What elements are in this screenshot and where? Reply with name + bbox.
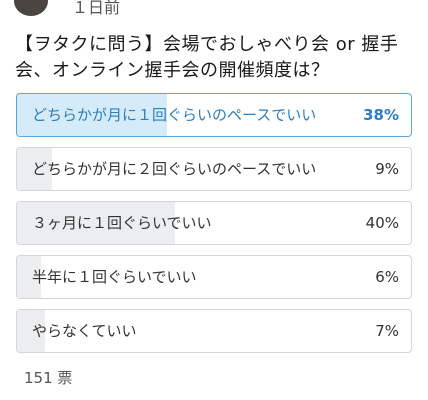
post-header: １日前 — [0, 0, 428, 18]
avatar[interactable] — [14, 0, 48, 16]
poll-option-4[interactable]: 半年に１回ぐらいでいい 6% — [16, 255, 412, 299]
poll-question: 【ヲタクに問う】会場でおしゃべり会 or 握手会、オンライン握手会の開催頻度は？ — [15, 34, 399, 81]
vote-count: 151 票 — [24, 369, 73, 387]
poll-option-percent: 38% — [363, 106, 399, 124]
poll-option-1[interactable]: どちらかが月に１回ぐらいのペースでいい 38% — [16, 93, 412, 137]
poll-option-percent: 40% — [365, 214, 399, 232]
poll-option-label: ３ヶ月に１回ぐらいでいい — [32, 214, 212, 232]
poll-option-3[interactable]: ３ヶ月に１回ぐらいでいい 40% — [16, 201, 412, 245]
poll-option-percent: 6% — [375, 268, 399, 286]
poll-option-label: 半年に１回ぐらいでいい — [32, 268, 197, 286]
post-time: １日前 — [72, 0, 121, 17]
poll-option-label: どちらかが月に１回ぐらいのペースでいい — [32, 106, 317, 124]
poll-option-percent: 9% — [375, 160, 399, 178]
poll-option-2[interactable]: どちらかが月に２回ぐらいのペースでいい 9% — [16, 147, 412, 191]
poll-option-label: やらなくていい — [32, 322, 137, 340]
poll-option-label: どちらかが月に２回ぐらいのペースでいい — [32, 160, 317, 178]
poll-options: どちらかが月に１回ぐらいのペースでいい 38% どちらかが月に２回ぐらいのペース… — [16, 93, 412, 363]
poll-option-5[interactable]: やらなくていい 7% — [16, 309, 412, 353]
poll-option-percent: 7% — [375, 322, 399, 340]
